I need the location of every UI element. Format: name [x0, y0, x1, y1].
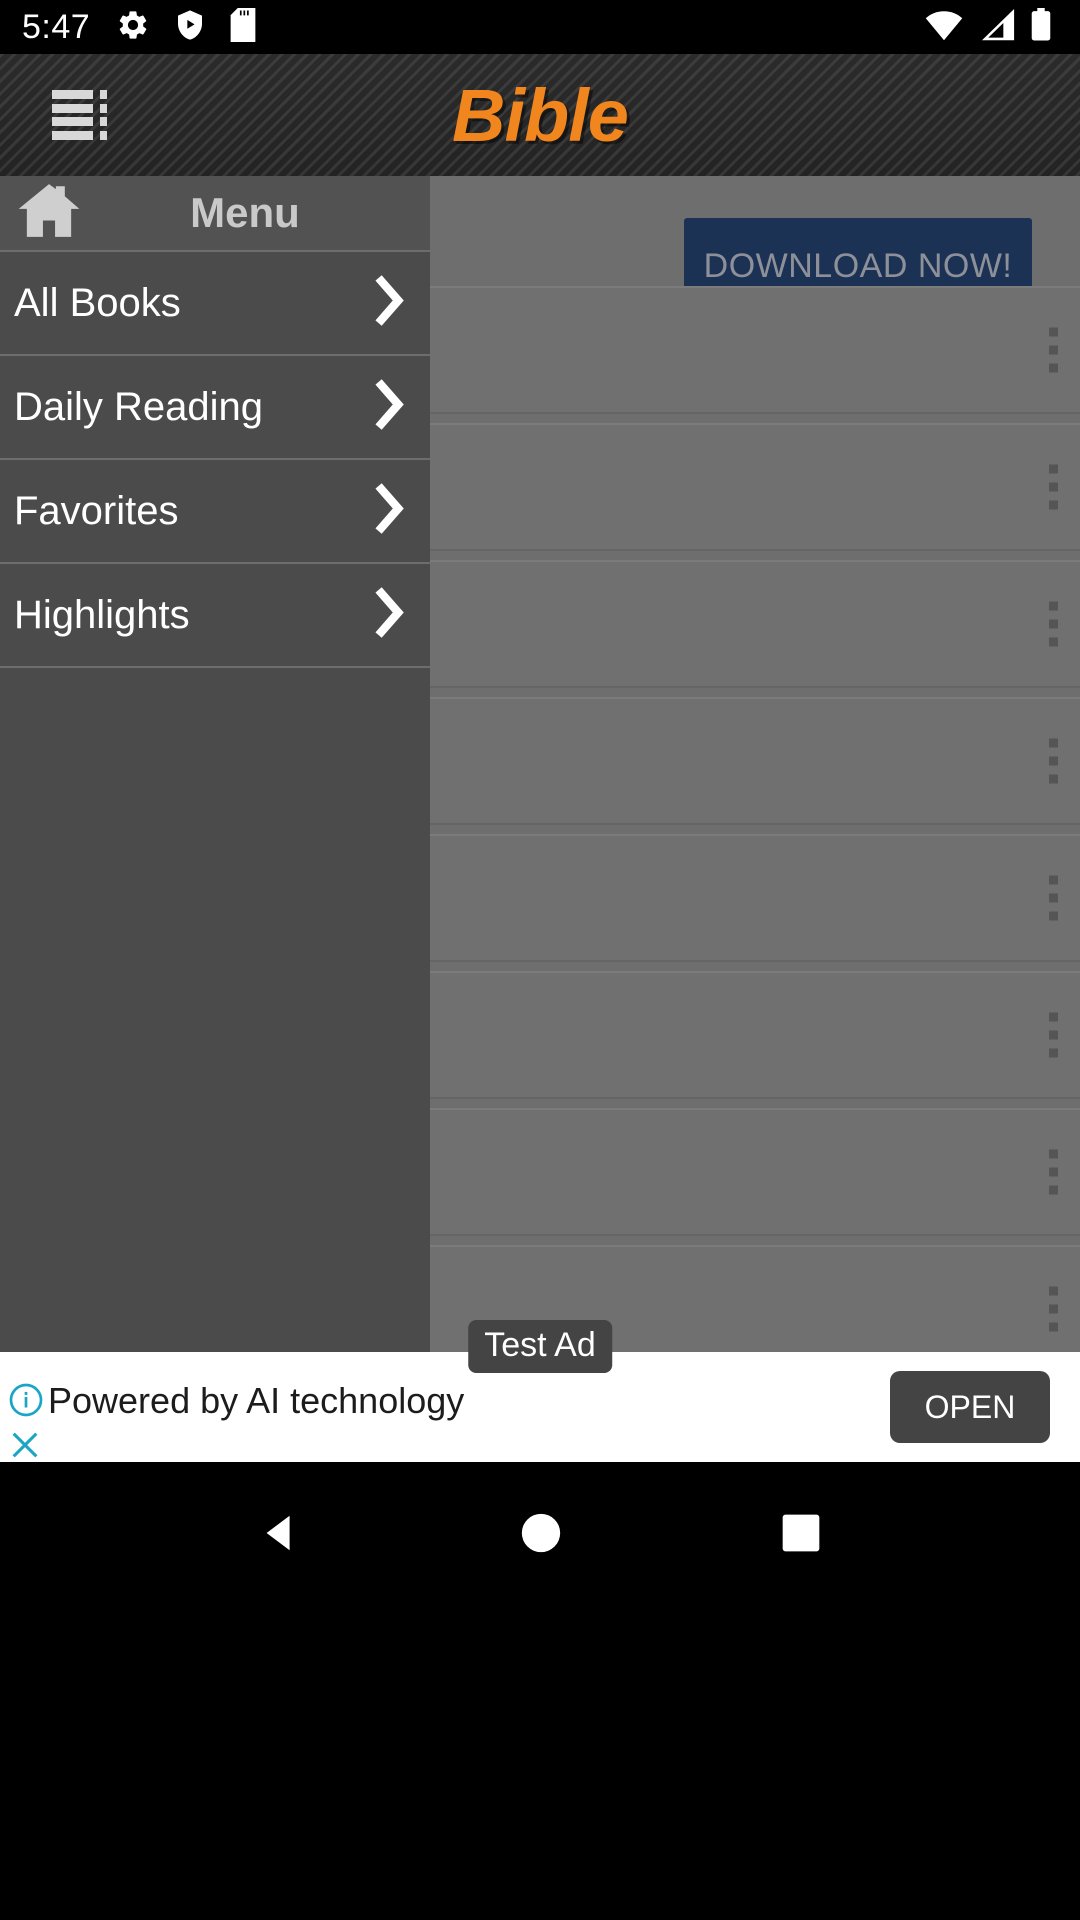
kebab-menu-icon[interactable]	[1049, 601, 1058, 647]
sidebar-item-label: All Books	[14, 280, 181, 325]
app-title: Bible	[452, 73, 629, 157]
sidebar-item-label: Favorites	[14, 488, 179, 533]
home-circle-icon[interactable]	[518, 1510, 564, 1561]
sidebar-item-all-books[interactable]: All Books	[0, 252, 430, 356]
status-bar-clock: 5:47	[22, 8, 91, 46]
hamburger-menu-icon[interactable]	[52, 90, 110, 140]
info-icon[interactable]	[8, 1382, 44, 1423]
cellular-signal-icon	[978, 8, 1016, 46]
drawer-header: Menu	[0, 176, 430, 252]
chevron-right-icon	[374, 482, 408, 541]
wifi-icon	[924, 9, 964, 46]
gear-icon	[116, 8, 150, 47]
status-bar: 5:47	[0, 0, 1080, 54]
sidebar-item-favorites[interactable]: Favorites	[0, 460, 430, 564]
recents-square-icon[interactable]	[779, 1511, 823, 1560]
kebab-menu-icon[interactable]	[1049, 1012, 1058, 1058]
ad-open-button[interactable]: OPEN	[890, 1371, 1050, 1443]
sidebar-item-highlights[interactable]: Highlights	[0, 564, 430, 668]
kebab-menu-icon[interactable]	[1049, 464, 1058, 510]
home-icon[interactable]	[16, 182, 82, 245]
play-protect-shield-icon	[174, 8, 206, 47]
sidebar-item-label: Daily Reading	[14, 384, 264, 429]
close-icon[interactable]	[8, 1428, 42, 1467]
kebab-menu-icon[interactable]	[1049, 1286, 1058, 1332]
chevron-right-icon	[374, 586, 408, 645]
kebab-menu-icon[interactable]	[1049, 875, 1058, 921]
chevron-right-icon	[374, 378, 408, 437]
battery-icon	[1030, 7, 1052, 47]
kebab-menu-icon[interactable]	[1049, 327, 1058, 373]
sidebar-item-daily-reading[interactable]: Daily Reading	[0, 356, 430, 460]
navigation-drawer: Menu All Books Daily Reading Favorites H…	[0, 176, 430, 1352]
app-header: Bible	[0, 54, 1080, 176]
sidebar-item-label: Highlights	[14, 592, 190, 637]
system-nav-bar	[0, 1462, 1080, 1920]
ad-banner[interactable]: Test Ad Powered by AI technology OPEN	[0, 1320, 1080, 1462]
ad-text: Powered by AI technology	[48, 1380, 465, 1421]
kebab-menu-icon[interactable]	[1049, 1149, 1058, 1195]
kebab-menu-icon[interactable]	[1049, 738, 1058, 784]
chevron-right-icon	[374, 274, 408, 333]
ad-badge: Test Ad	[468, 1320, 612, 1373]
status-bar-left-icons	[116, 7, 256, 47]
sd-card-icon	[230, 7, 256, 47]
back-triangle-icon[interactable]	[257, 1510, 303, 1561]
status-bar-right-icons	[924, 7, 1058, 47]
